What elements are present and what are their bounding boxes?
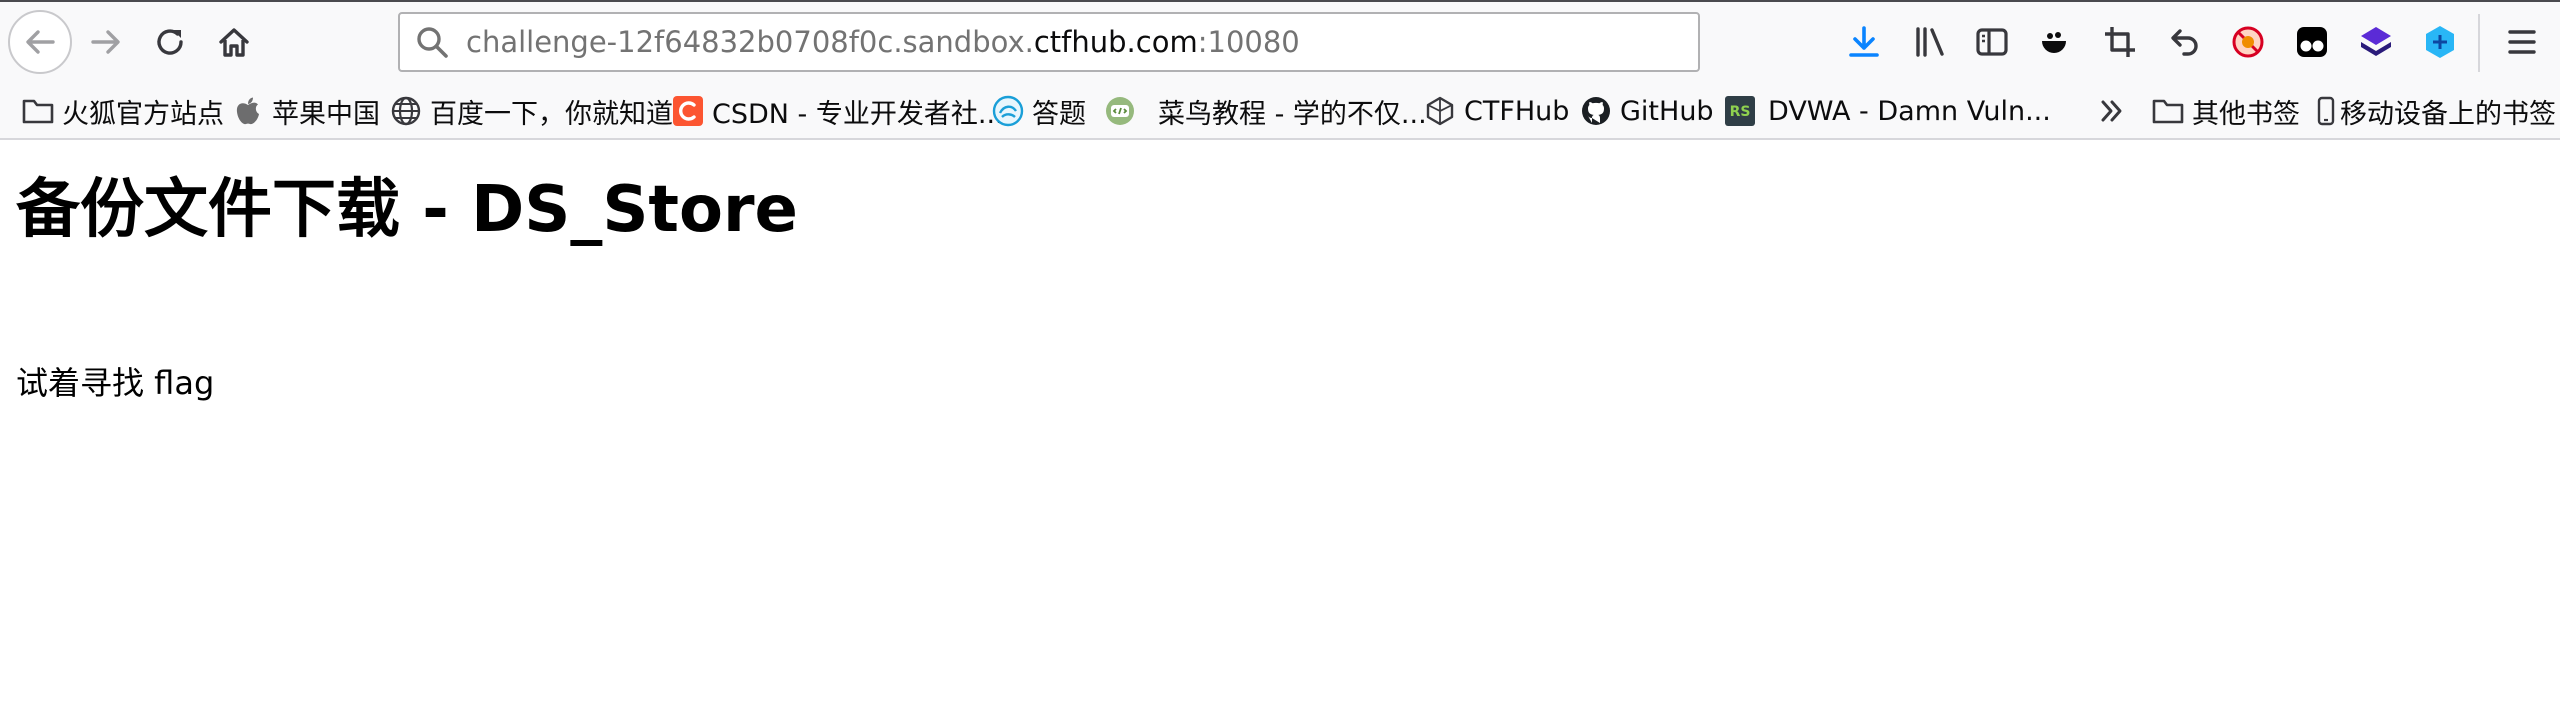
forward-arrow-icon <box>91 30 120 54</box>
reload-button[interactable] <box>138 10 202 74</box>
library-button[interactable] <box>1908 20 1952 64</box>
tampermonkey-button[interactable] <box>2290 20 2334 64</box>
page-title: 备份文件下载 - DS_Store <box>16 173 798 247</box>
home-icon <box>219 28 249 57</box>
bookmark-ctfhub[interactable]: CTFHub <box>1424 92 1569 130</box>
bookmark-label: DVWA - Damn Vuln... <box>1768 95 2051 127</box>
runoob-icon <box>1104 95 1136 127</box>
bookmark-mobile-folder[interactable]: 移动设备上的书签 <box>2316 92 2556 130</box>
layers-icon <box>2361 27 2391 56</box>
bookmark-label: CSDN - 专业开发者社... <box>712 98 1004 130</box>
bookmark-firefox-sites[interactable]: 火狐官方站点 <box>22 92 224 130</box>
back-button[interactable] <box>8 10 72 74</box>
bookmark-dvwa[interactable]: RS DVWA - Damn Vuln... <box>1724 92 2051 130</box>
bookmark-baidu[interactable]: 百度一下，你就知道 <box>390 92 673 130</box>
chevron-double-right-icon <box>2096 95 2128 127</box>
undo-icon <box>2171 29 2198 56</box>
svg-text:RS: RS <box>1730 104 1751 120</box>
blocked-extension-button[interactable] <box>2226 20 2270 64</box>
crop-icon <box>2105 27 2135 57</box>
bookmark-label: 百度一下，你就知道 <box>430 98 673 130</box>
blocked-icon <box>2232 26 2264 58</box>
quiz-icon <box>992 95 1024 127</box>
hamburger-menu-icon <box>2508 30 2536 54</box>
layers-extension-button[interactable] <box>2354 20 2398 64</box>
toolbar-separator <box>2478 14 2480 72</box>
home-button[interactable] <box>202 10 266 74</box>
bookmark-label: 移动设备上的书签 <box>2340 98 2556 130</box>
menu-button[interactable] <box>2500 20 2544 64</box>
back-arrow-icon <box>26 30 55 54</box>
navigation-toolbar: challenge-12f64832b0708f0c.sandbox.ctfhu… <box>0 0 2560 84</box>
ctfhub-icon <box>1424 95 1456 127</box>
browser-window: challenge-12f64832b0708f0c.sandbox.ctfhu… <box>0 0 2560 728</box>
url-text: challenge-12f64832b0708f0c.sandbox.ctfhu… <box>466 25 1300 59</box>
bookmark-other-folder[interactable]: 其他书签 <box>2152 92 2300 130</box>
globe-icon <box>390 95 422 127</box>
library-icon <box>1916 27 1944 57</box>
screenshot-button[interactable] <box>2098 20 2142 64</box>
page-hint-text: 试着寻找 flag <box>16 364 215 402</box>
download-icon <box>1849 26 1879 57</box>
bookmark-label: CTFHub <box>1464 95 1570 127</box>
proxy-extension-button[interactable] <box>2418 20 2462 64</box>
extension-bowl-button[interactable] <box>2032 20 2076 64</box>
csdn-icon <box>672 95 704 127</box>
bookmarks-overflow-button[interactable] <box>2096 92 2128 130</box>
sidebar-button[interactable] <box>1970 20 2014 64</box>
bookmark-csdn[interactable]: CSDN - 专业开发者社... <box>672 92 1004 130</box>
bookmarks-toolbar: 火狐官方站点 苹果中国 百度一下，你就知道 CSDN - 专业开发者社... 答 <box>0 84 2560 140</box>
page-content: 备份文件下载 - DS_Store 试着寻找 flag <box>0 140 2560 728</box>
url-port: :10080 <box>1197 25 1300 59</box>
bookmark-label: 其他书签 <box>2192 98 2300 130</box>
bowl-extension-icon <box>2042 32 2066 53</box>
bookmark-apple-china[interactable]: 苹果中国 <box>232 92 380 130</box>
github-icon <box>1580 95 1612 127</box>
mobile-device-icon <box>2316 95 2336 127</box>
bookmark-label: 答题 <box>1032 98 1086 130</box>
reload-icon <box>157 29 183 55</box>
forward-button[interactable] <box>74 10 138 74</box>
apple-icon <box>232 95 264 127</box>
url-domain: ctfhub.com <box>1033 25 1198 59</box>
hexagon-extension-icon <box>2426 26 2454 58</box>
search-icon <box>412 22 452 62</box>
undo-close-button[interactable] <box>2162 20 2206 64</box>
bookmark-label: GitHub <box>1620 95 1714 127</box>
address-bar[interactable]: challenge-12f64832b0708f0c.sandbox.ctfhu… <box>398 12 1700 72</box>
bookmark-runoob[interactable]: 菜鸟教程 - 学的不仅... <box>1104 92 1427 130</box>
downloads-button[interactable] <box>1842 20 1886 64</box>
url-prefix: challenge-12f64832b0708f0c.sandbox. <box>466 25 1034 59</box>
bookmark-label: 菜鸟教程 - 学的不仅... <box>1158 98 1427 130</box>
sidebar-icon <box>1976 28 2008 56</box>
bookmark-label: 火狐官方站点 <box>62 98 224 130</box>
folder-icon <box>22 95 54 127</box>
dvwa-icon: RS <box>1724 95 1756 127</box>
tampermonkey-icon <box>2297 27 2327 57</box>
bookmark-quiz[interactable]: 答题 <box>992 92 1086 130</box>
bookmark-github[interactable]: GitHub <box>1580 92 1714 130</box>
bookmark-label: 苹果中国 <box>272 98 380 130</box>
folder-icon <box>2152 95 2184 127</box>
